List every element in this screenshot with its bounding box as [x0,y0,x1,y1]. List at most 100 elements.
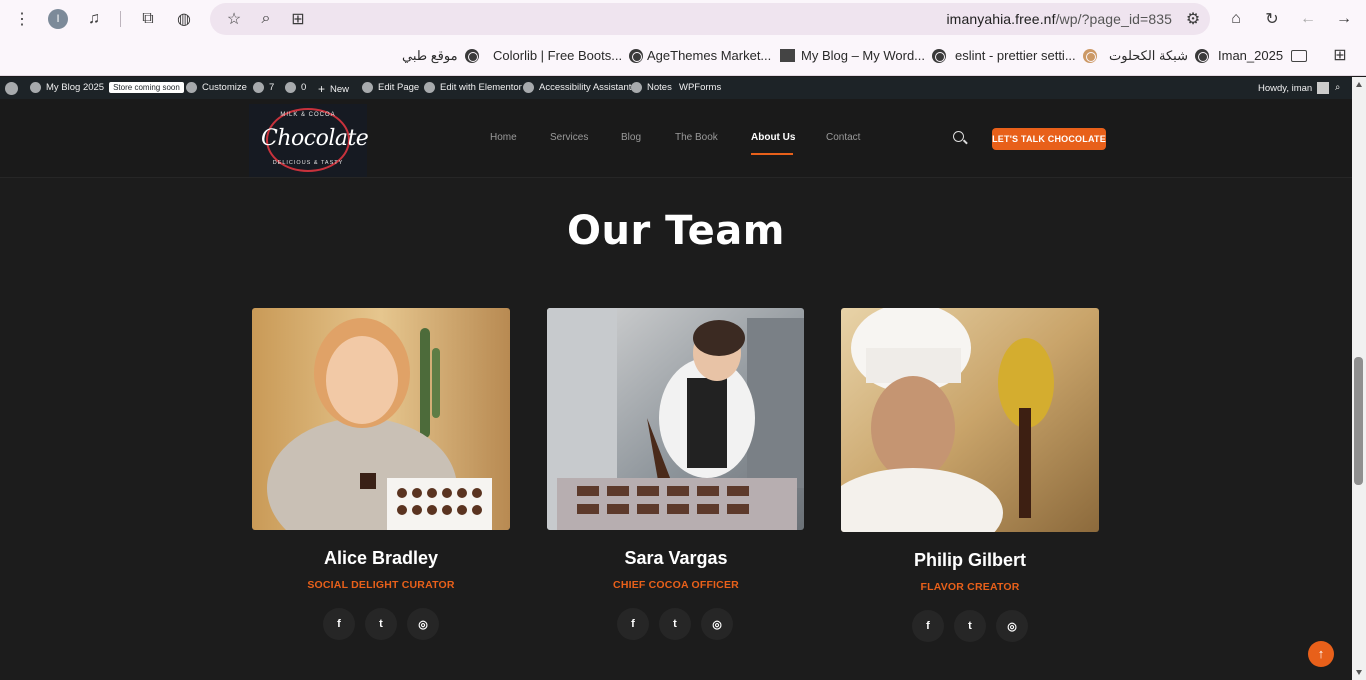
bookmark-label: شبكة الكحلوت [1109,48,1188,63]
facebook-icon[interactable]: f [323,608,355,640]
url-path: /wp/?page_id=835 [1055,11,1172,27]
notes-icon [631,82,642,93]
extensions-icon[interactable]: ⧉ [137,8,159,30]
wp-edit-elementor[interactable]: Edit with Elementor [424,82,522,93]
wp-accessibility[interactable]: Accessibility Assistant [523,82,631,93]
bookmark-folder[interactable]: Iman_2025 [1218,48,1308,63]
store-badge: Store coming soon [109,82,184,93]
instagram-icon[interactable]: ◎ [701,608,733,640]
globe-icon [629,48,644,63]
wp-site-name[interactable]: My Blog 2025 Store coming soon [30,82,184,93]
url-host: imanyahia.free.nf [946,11,1056,27]
updates-count: 7 [269,82,275,93]
bookmark-item[interactable]: Colorlib | Free Boots... [493,48,650,63]
bookmark-label: Iman_2025 [1218,48,1284,63]
howdy-label: Howdy, iman [1258,82,1313,94]
twitter-icon[interactable]: t [659,608,691,640]
logo-top-text: MILK & COCOA [280,112,336,118]
nav-blog[interactable]: Blog [621,132,641,143]
bookmarks-bar: موقع طبي Colorlib | Free Boots... AgeThe… [0,38,1366,76]
zoom-icon[interactable]: ⌕ [255,8,277,30]
wp-new[interactable]: + New [318,82,349,96]
bookmark-label: AgeThemes Market... [647,48,772,63]
wp-customize[interactable]: Customize [186,82,247,93]
scroll-up-icon[interactable] [1356,82,1362,87]
logo-bottom-text: DELICIOUS & TASTY [272,160,344,166]
back-icon[interactable]: ← [1297,8,1319,30]
site-header: MILK & COCOA Chocolate DELICIOUS & TASTY… [0,99,1352,178]
bookmark-label: My Blog – My Word... [801,48,926,63]
member-photo-philip [841,308,1099,532]
twitter-icon[interactable]: t [365,608,397,640]
reload-icon[interactable]: ↻ [1261,8,1283,30]
comment-icon [285,82,296,93]
pencil-icon [362,82,373,93]
bookmark-item[interactable]: eslint - prettier setti... [955,48,1104,63]
nav-services[interactable]: Services [550,132,588,143]
wp-wpforms[interactable]: WPForms [679,82,721,93]
wp-search-icon[interactable]: ⌕ [1335,82,1340,93]
wordpress-logo-icon[interactable] [5,82,23,95]
scrollbar-thumb[interactable] [1354,357,1363,485]
globe-icon [1194,49,1209,63]
search-icon[interactable] [953,131,964,142]
wp-notes[interactable]: Notes [631,82,672,93]
nav-the-book[interactable]: The Book [675,132,718,143]
site-favicon-icon [780,49,796,62]
scroll-to-top-button[interactable]: ↑ [1308,641,1334,667]
plus-icon: + [318,82,326,96]
all-bookmarks-icon[interactable]: ⊞ [1329,44,1351,66]
member-role: CHIEF COCOA OFFICER [613,579,739,591]
translate-icon[interactable]: ⊞ [287,8,309,30]
profile-avatar[interactable]: I [48,9,68,29]
bookmark-item[interactable]: موقع طبي [402,48,486,64]
member-role: SOCIAL DELIGHT CURATOR [307,579,455,591]
edit-page-label: Edit Page [378,82,420,93]
bookmark-star-icon[interactable]: ☆ [223,8,245,30]
wpforms-label: WPForms [679,82,722,93]
wp-updates[interactable]: 7 [253,82,274,93]
wp-admin-bar: My Blog 2025 Store coming soon Customize … [0,77,1366,99]
toolbar-divider [120,11,121,27]
wp-edit-page[interactable]: Edit Page [362,82,419,93]
instagram-icon[interactable]: ◎ [996,610,1028,642]
bookmark-label: موقع طبي [402,48,458,63]
accessibility-label: Accessibility Assistant [539,82,632,93]
bookmark-label: eslint - prettier setti... [955,48,1076,63]
folder-icon [1291,49,1308,62]
bookmark-item[interactable]: AgeThemes Market... [647,48,803,63]
globe-icon [464,49,479,63]
browser-menu-icon[interactable]: ⋮ [11,8,33,30]
facebook-icon[interactable]: f [912,610,944,642]
member-photo-sara [547,308,804,530]
scroll-down-icon[interactable] [1356,670,1362,675]
nav-home[interactable]: Home [490,132,517,143]
elementor-label: Edit with Elementor [440,82,522,93]
forward-icon[interactable]: → [1333,8,1355,30]
wp-howdy[interactable]: Howdy, iman [1258,82,1330,94]
browser-toolbar: ⋮ I ♫ ⧉ ◍ ☆ ⌕ ⊞ imanyahia.free.nf/wp/?pa… [0,0,1366,38]
globe-icon [932,48,947,63]
accessibility-icon [523,82,534,93]
logo-text: Chocolate [261,126,369,151]
site-settings-icon[interactable]: ⚙ [1182,8,1204,30]
updates-icon [253,82,264,93]
twitter-icon[interactable]: t [954,610,986,642]
instagram-icon[interactable]: ◎ [407,608,439,640]
team-section: Our Team Alice Bradley SOCIAL DELIGHT CU… [0,178,1352,680]
nav-about-us[interactable]: About Us [751,132,795,143]
lets-talk-chocolate-button[interactable]: LET'S TALK CHOCOLATE [992,128,1106,150]
home-icon[interactable]: ⌂ [1225,8,1247,30]
nav-contact[interactable]: Contact [826,132,860,143]
address-bar[interactable]: ☆ ⌕ ⊞ imanyahia.free.nf/wp/?page_id=835 … [210,3,1210,35]
bookmark-item[interactable]: My Blog – My Word... [801,48,953,63]
facebook-icon[interactable]: f [617,608,649,640]
site-logo[interactable]: MILK & COCOA Chocolate DELICIOUS & TASTY [249,104,369,177]
extension-globe-icon[interactable]: ◍ [173,8,195,30]
site-name-label: My Blog 2025 [46,82,105,93]
member-name: Sara Vargas [624,548,728,568]
comments-count: 0 [301,82,307,93]
bookmark-item[interactable]: شبكة الكحلوت [1109,48,1216,64]
wp-comments[interactable]: 0 [285,82,306,93]
media-control-icon[interactable]: ♫ [83,8,105,30]
